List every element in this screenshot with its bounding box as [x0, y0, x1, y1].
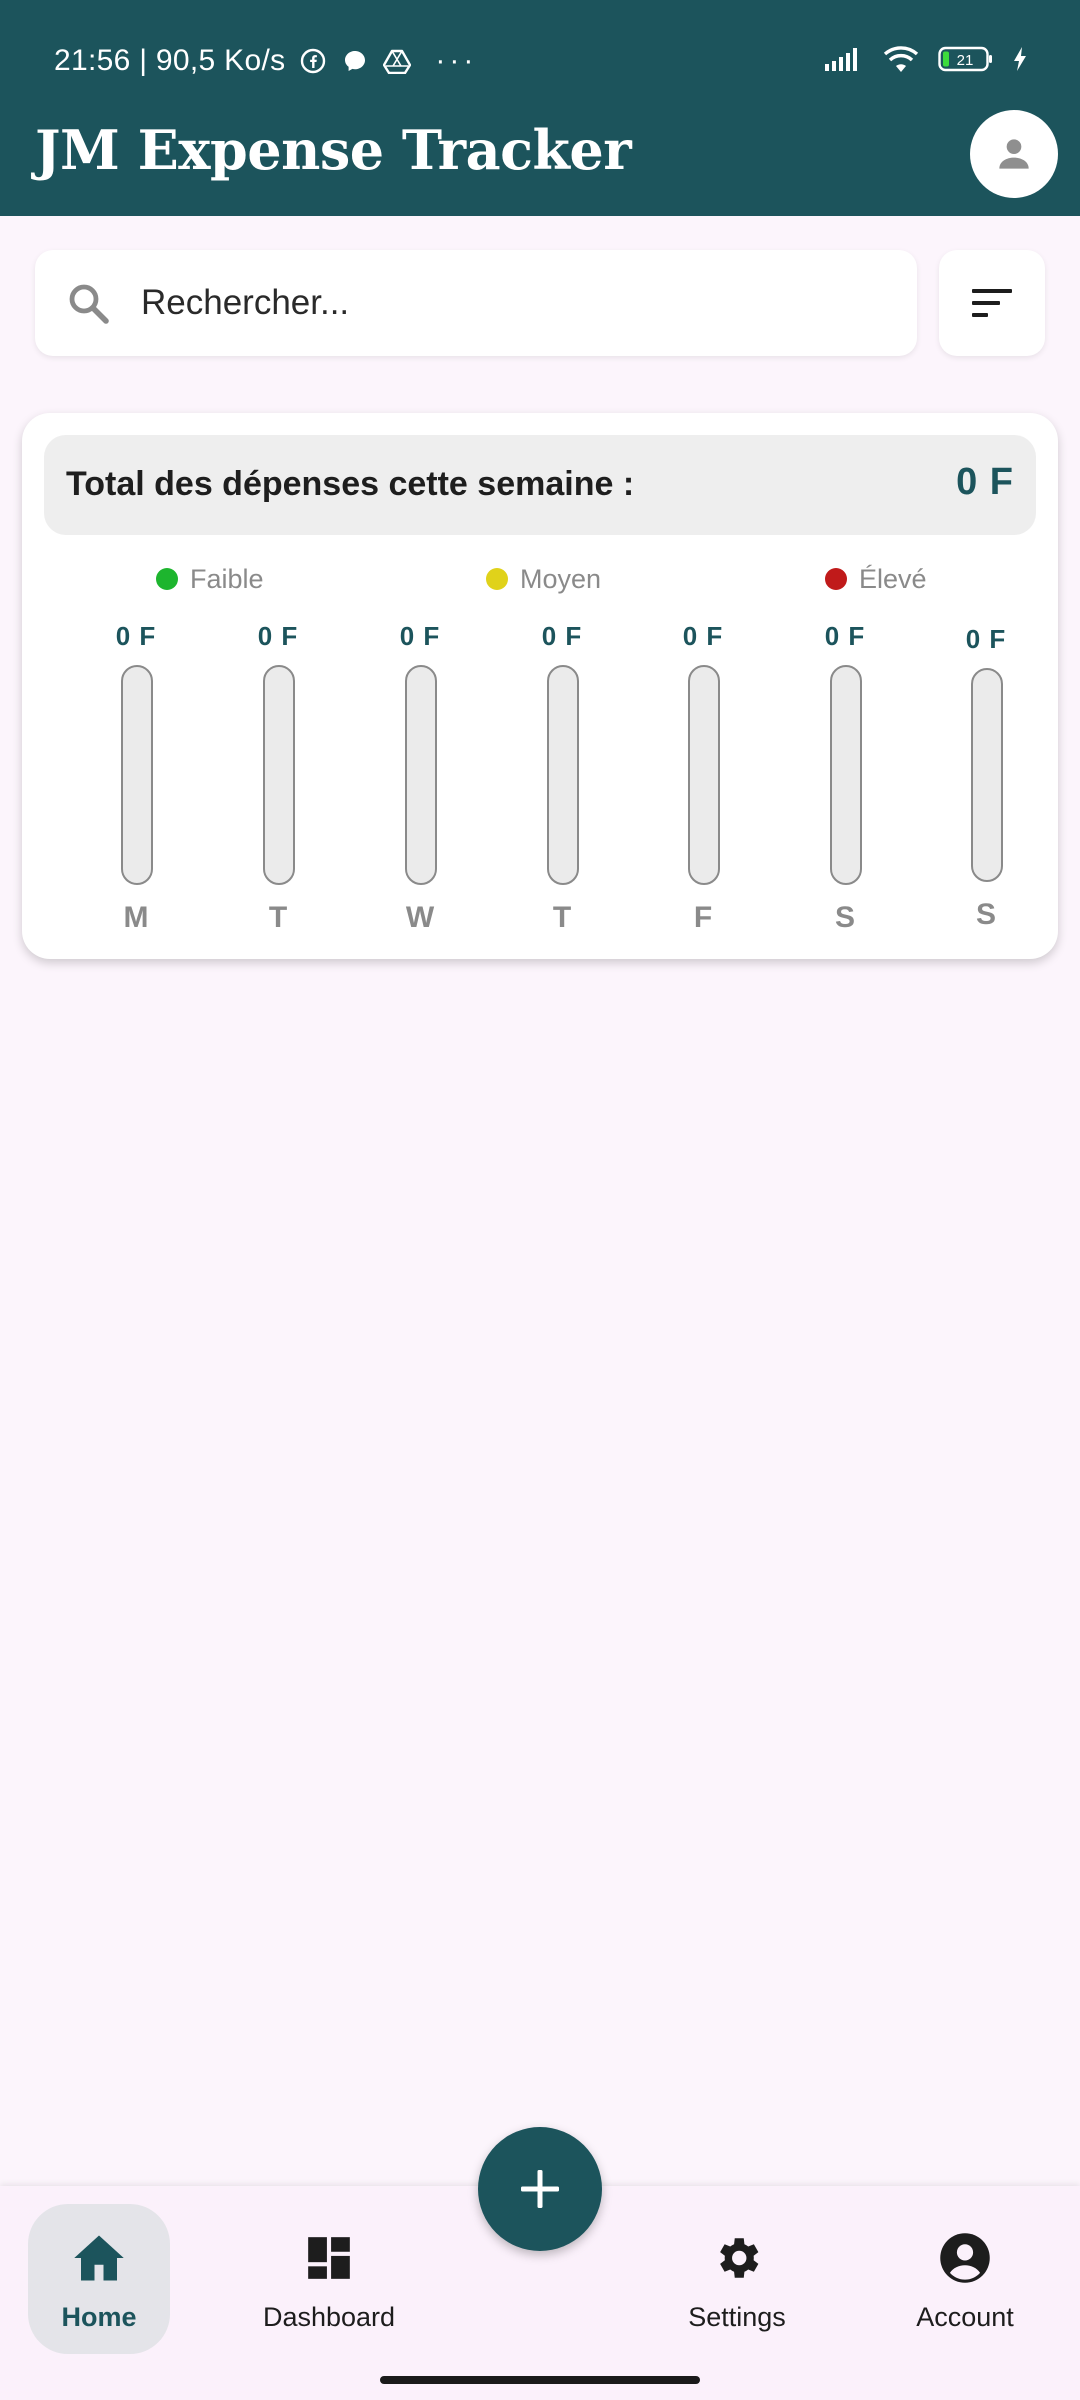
legend-item-low: Faible — [156, 561, 264, 597]
app-screen: 21:56 | 90,5 Ko/s ··· 21 JM Expense Trac… — [0, 0, 1080, 2400]
more-dots-icon: ··· — [435, 44, 478, 77]
day-letter: W — [405, 901, 435, 934]
search-icon — [69, 284, 109, 324]
legend-dot-low — [156, 568, 178, 590]
day-column-0: 0 F M — [91, 621, 181, 941]
day-column-3: 0 F T — [517, 621, 607, 941]
day-column-6: 0 F S — [941, 624, 1031, 944]
legend-item-high: Élevé — [825, 561, 927, 597]
account-circle-icon — [935, 2228, 995, 2288]
plus-icon — [521, 2170, 559, 2208]
day-amount: 0 F — [541, 621, 583, 651]
day-bar — [830, 665, 862, 885]
app-header: 21:56 | 90,5 Ko/s ··· 21 JM Expense Trac… — [0, 0, 1080, 216]
legend-item-medium: Moyen — [486, 561, 601, 597]
day-amount: 0 F — [115, 621, 157, 651]
weekly-expenses-card: Total des dépenses cette semaine : 0 F F… — [22, 413, 1058, 959]
nav-item-home[interactable]: Home — [28, 2204, 170, 2354]
day-bar — [405, 665, 437, 885]
nav-item-settings[interactable]: Settings — [666, 2204, 808, 2354]
nav-label-dashboard: Dashboard — [262, 2302, 396, 2332]
day-amount: 0 F — [257, 621, 299, 651]
legend-label-medium: Moyen — [520, 563, 602, 594]
day-bar — [121, 665, 153, 885]
day-letter: S — [975, 898, 996, 931]
gear-icon — [707, 2228, 767, 2288]
day-column-5: 0 F S — [800, 621, 890, 941]
weekly-total-row: Total des dépenses cette semaine : 0 F — [44, 435, 1036, 535]
day-column-4: 0 F F — [658, 621, 748, 941]
dashboard-icon — [299, 2228, 359, 2288]
nav-item-dashboard[interactable]: Dashboard — [256, 2204, 402, 2354]
status-bar: 21:56 | 90,5 Ko/s ··· 21 — [0, 0, 1080, 120]
day-letter: T — [268, 901, 288, 934]
day-amount: 0 F — [824, 621, 866, 651]
legend-label-low: Faible — [190, 563, 264, 594]
day-amount: 0 F — [965, 624, 1007, 654]
facebook-icon — [299, 47, 327, 75]
profile-avatar-button[interactable] — [970, 110, 1058, 198]
day-bar — [263, 665, 295, 885]
day-column-2: 0 F W — [375, 621, 465, 941]
drive-icon — [383, 47, 412, 75]
status-right: 21 — [824, 44, 1028, 78]
search-bar[interactable] — [35, 250, 917, 356]
day-letter: M — [123, 901, 149, 934]
day-bar — [688, 665, 720, 885]
day-column-1: 0 F T — [233, 621, 323, 941]
add-expense-button[interactable] — [478, 2127, 602, 2251]
signal-icon — [824, 46, 864, 77]
filter-button[interactable] — [939, 250, 1045, 356]
day-letter: S — [834, 901, 855, 934]
home-icon — [69, 2228, 129, 2288]
day-amount: 0 F — [682, 621, 724, 651]
app-title: JM Expense Tracker — [35, 118, 632, 182]
day-letter: T — [552, 901, 572, 934]
wifi-icon — [882, 44, 920, 79]
status-left: 21:56 | 90,5 Ko/s ··· — [54, 40, 477, 82]
nav-label-home: Home — [61, 2302, 137, 2332]
status-time-speed: 21:56 | 90,5 Ko/s — [54, 44, 286, 77]
charging-icon — [1012, 46, 1028, 77]
battery-level: 21 — [957, 52, 974, 69]
legend-dot-high — [825, 568, 847, 590]
nav-label-account: Account — [916, 2302, 1014, 2332]
legend-label-high: Élevé — [859, 563, 927, 594]
home-indicator — [380, 2376, 700, 2384]
day-bar — [547, 665, 579, 885]
search-input[interactable] — [141, 274, 881, 332]
nav-label-settings: Settings — [688, 2302, 786, 2332]
weekly-total-value: 0 F — [956, 461, 1014, 503]
weekly-total-label: Total des dépenses cette semaine : — [66, 465, 635, 503]
day-bar — [971, 668, 1003, 882]
day-letter: F — [693, 901, 713, 934]
messenger-icon — [341, 47, 369, 75]
day-amount: 0 F — [399, 621, 441, 651]
sort-icon — [972, 289, 1012, 317]
battery-icon: 21 — [938, 45, 994, 78]
nav-item-account[interactable]: Account — [894, 2204, 1036, 2354]
legend-dot-medium — [486, 568, 508, 590]
person-icon — [999, 139, 1029, 169]
